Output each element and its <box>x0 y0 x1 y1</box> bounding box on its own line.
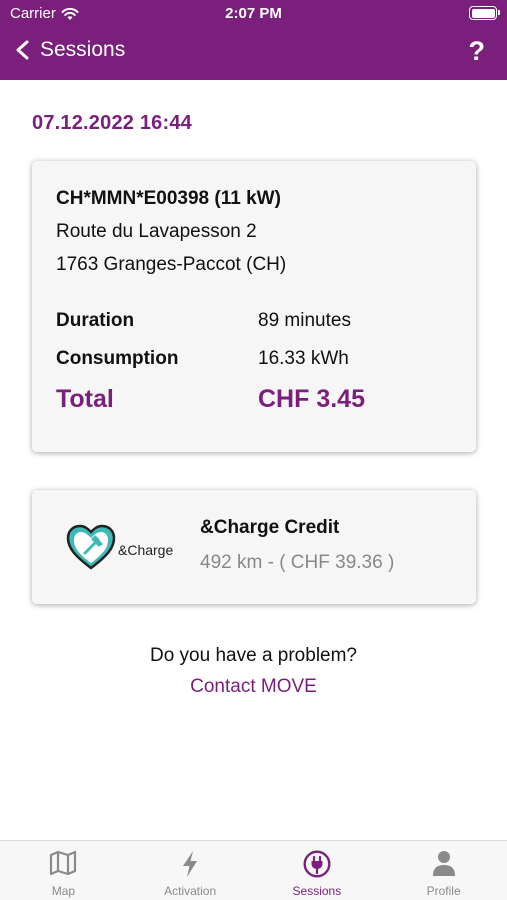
chevron-left-icon <box>16 40 29 60</box>
plug-icon <box>303 850 331 878</box>
heart-plug-icon <box>66 524 116 570</box>
map-icon <box>50 850 77 876</box>
tab-profile[interactable]: Profile <box>380 841 507 900</box>
tab-map[interactable]: Map <box>0 841 127 900</box>
status-bar: Carrier 2:07 PM <box>0 0 507 28</box>
back-label: Sessions <box>40 38 126 61</box>
problem-question: Do you have a problem? <box>149 645 357 666</box>
total-label: Total <box>56 385 114 413</box>
credit-card[interactable]: &Charge &Charge Credit 492 km - ( CHF 39… <box>32 490 476 604</box>
duration-value: 89 minutes <box>258 310 351 331</box>
address-line-1: Route du Lavapesson 2 <box>56 221 257 242</box>
and-charge-logo: &Charge <box>65 523 185 573</box>
logo-text: &Charge <box>118 542 174 558</box>
consumption-label: Consumption <box>56 348 179 369</box>
person-icon <box>432 851 455 876</box>
header: Carrier 2:07 PM Sessions ? <box>0 0 507 80</box>
tab-activation[interactable]: Activation <box>127 841 254 900</box>
battery-icon <box>469 6 500 20</box>
session-date: 07.12.2022 16:44 <box>32 112 193 134</box>
help-button[interactable]: ? <box>469 36 486 67</box>
tab-bar: Map Activation Sessions Profile <box>0 840 507 900</box>
tab-activation-label: Activation <box>164 884 217 898</box>
credit-title: &Charge Credit <box>200 517 340 538</box>
tab-sessions-label: Sessions <box>292 884 342 898</box>
credit-value: 492 km - ( CHF 39.36 ) <box>200 552 395 573</box>
address-line-2: 1763 Granges-Paccot (CH) <box>56 254 287 275</box>
lightning-icon <box>183 851 198 877</box>
contact-move-link[interactable]: Contact MOVE <box>0 676 507 698</box>
session-details-card: CH*MMN*E00398 (11 kW) Route du Lavapesso… <box>32 161 476 452</box>
clock: 2:07 PM <box>225 5 282 22</box>
back-button[interactable]: Sessions <box>12 38 125 62</box>
tab-profile-label: Profile <box>426 884 461 898</box>
total-value: CHF 3.45 <box>258 385 365 413</box>
tab-map-label: Map <box>51 884 76 898</box>
duration-label: Duration <box>56 310 135 331</box>
station-id: CH*MMN*E00398 (11 kW) <box>56 188 281 209</box>
nav-bar: Sessions ? <box>0 28 507 80</box>
tab-sessions[interactable]: Sessions <box>254 841 381 900</box>
consumption-value: 16.33 kWh <box>258 348 349 369</box>
